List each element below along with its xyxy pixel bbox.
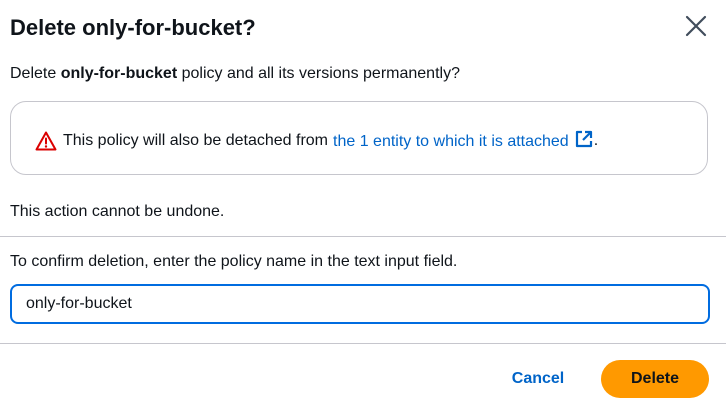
external-link-icon: [574, 129, 594, 149]
delete-policy-dialog: Delete only-for-bucket? Delete only-for-…: [0, 0, 726, 407]
cancel-button[interactable]: Cancel: [497, 360, 579, 398]
undone-warning-text: This action cannot be undone.: [10, 203, 225, 220]
detach-warning-alert: This policy will also be detached from t…: [10, 101, 708, 175]
close-icon: [682, 12, 710, 40]
divider: [0, 236, 726, 237]
dialog-title: Delete only-for-bucket?: [10, 15, 256, 40]
alert-content: This policy will also be detached from t…: [35, 129, 598, 153]
prompt-suffix: policy and all its versions permanently?: [177, 65, 460, 82]
confirm-label: To confirm deletion, enter the policy na…: [10, 253, 458, 270]
attached-entities-link-text: the 1 entity to which it is attached: [333, 133, 569, 150]
delete-button[interactable]: Delete: [601, 360, 709, 398]
confirm-policy-name-input[interactable]: [10, 284, 710, 324]
attached-entities-link[interactable]: the 1 entity to which it is attached: [333, 129, 594, 153]
prompt-prefix: Delete: [10, 65, 61, 82]
close-button[interactable]: [682, 12, 710, 40]
dialog-header: Delete only-for-bucket?: [10, 8, 716, 44]
delete-prompt: Delete only-for-bucket policy and all it…: [10, 63, 460, 85]
warning-triangle-icon: [35, 130, 57, 152]
alert-text: This policy will also be detached from: [63, 132, 329, 149]
footer-divider: [0, 343, 726, 344]
prompt-policy-name: only-for-bucket: [60, 65, 178, 82]
alert-trailing: .: [593, 132, 599, 149]
